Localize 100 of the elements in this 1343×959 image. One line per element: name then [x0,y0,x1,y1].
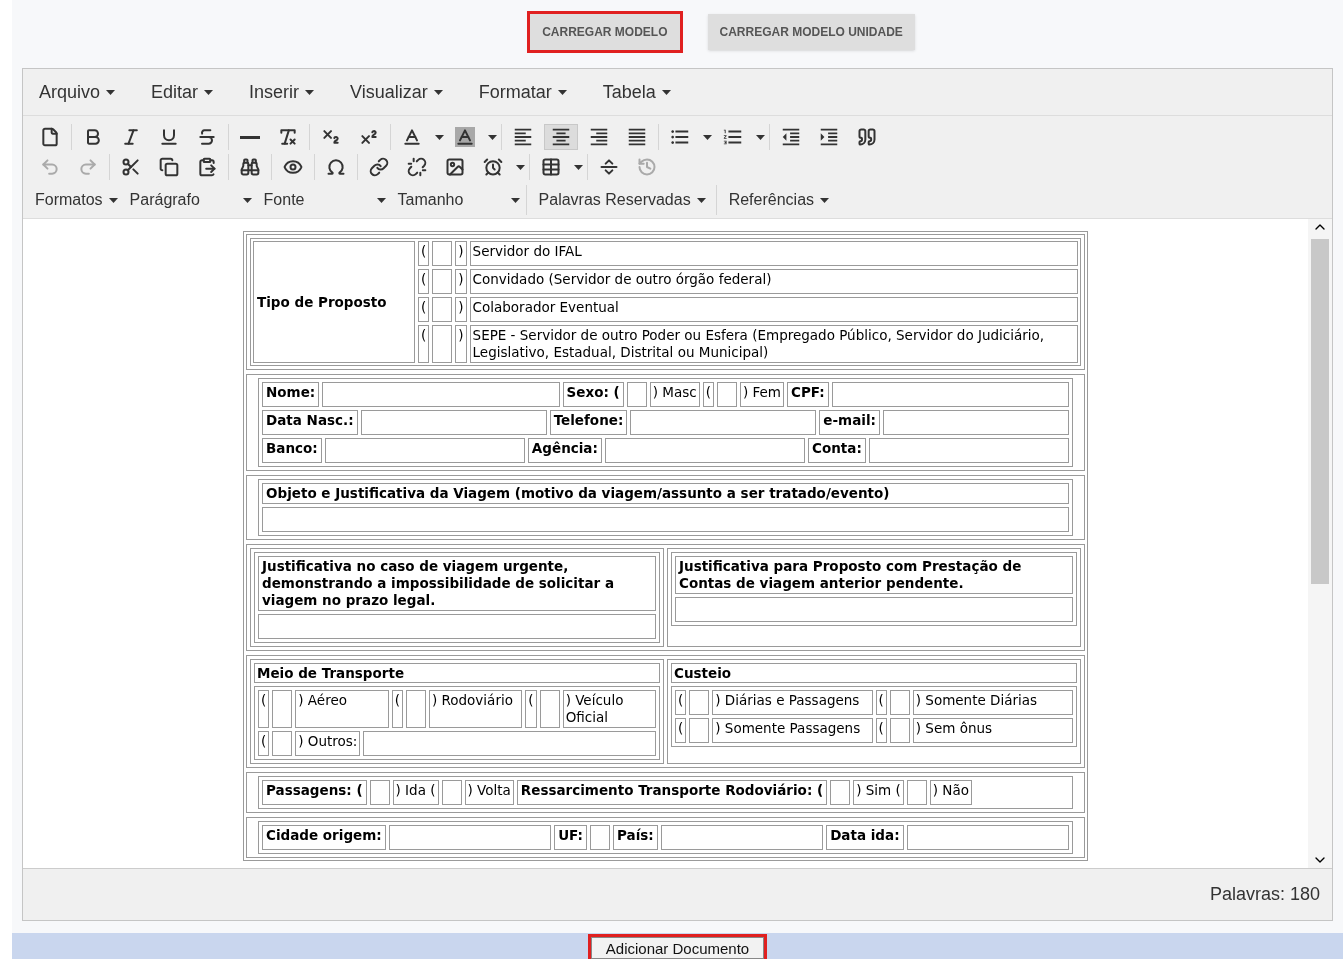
menu-item[interactable]: Arquivo [39,78,116,106]
field-label: UF: [554,825,587,850]
option-label: ) Somente Diárias [912,690,1073,715]
empty-cell [590,825,610,850]
field-label: Data ida: [826,825,904,850]
quote-icon [857,127,877,147]
option-label: ) Fem [739,382,784,407]
input-cell[interactable] [660,825,824,850]
action-button[interactable]: CARREGAR MODELO UNIDADE [707,14,915,50]
option-label: ) Diárias e Passagens [712,690,873,715]
input-cell[interactable] [604,438,806,463]
dropdown-menu[interactable]: Palavras Reservadas [525,185,716,215]
empty-cell [432,241,453,266]
eye-icon [283,157,303,177]
field-label: Justificativa no caso de viagem urgente, demonstrando a impossibilidade de solicitar a viagem no prazo legal. [258,556,656,611]
field-label: Tipo de Proposto [253,241,415,363]
option-label: ) Somente Passagens [712,718,873,743]
option-label: ) Volta [464,780,514,805]
field-label: País: [613,825,658,850]
option-label: ) Masc [649,382,700,407]
field-label: Nome: [262,382,320,407]
option-label: ) Sem ônus [912,718,1073,743]
option-label: ( [875,718,887,743]
input-cell[interactable] [831,382,1069,407]
input-cell[interactable] [360,410,547,435]
history-icon [637,157,657,177]
input-cell[interactable] [388,825,552,850]
empty-cell [626,382,647,407]
toolbar-button[interactable] [544,124,578,150]
option-label: Servidor do IFAL [469,241,1078,266]
document-icon [40,127,60,147]
input-cell[interactable] [868,438,1069,463]
field-label: Telefone: [549,410,628,435]
field-label: Ressarcimento Transporte Rodoviário: ( [516,780,828,805]
input-cell[interactable] [262,507,1069,532]
caret-icon [106,89,116,95]
input-cell[interactable] [324,438,525,463]
empty-cell [716,382,737,407]
strikethrough-icon [197,127,217,147]
caret-icon [108,197,118,203]
column-heading: Meio de Transporte [254,663,660,683]
input-cell[interactable] [258,614,656,639]
cut-icon [121,157,141,177]
option-label: ) [455,297,467,322]
caret-icon [703,134,712,140]
option-label: ( [875,690,887,715]
caret-icon [516,164,525,170]
option-label: ( [675,690,687,715]
image-icon [445,157,465,177]
column-heading: Custeio [671,663,1077,683]
input-cell[interactable] [882,410,1069,435]
alarm-clock-icon [483,157,503,177]
input-cell[interactable] [630,410,817,435]
menu-item[interactable]: Visualizar [350,78,443,106]
empty-cell [889,690,910,715]
input-cell[interactable] [906,825,1069,850]
empty-cell [432,269,453,294]
field-label: Passagens: ( [262,780,367,805]
justify-icon [626,126,648,148]
option-label: Convidado (Servidor de outro órgão federal) [469,269,1078,294]
dropdown-select[interactable]: Tamanho [391,188,526,212]
dropdown-select[interactable]: Fonte [257,188,392,212]
field-label: Cidade origem: [262,825,386,850]
outdent-icon [780,126,802,148]
option-label: ( [418,325,430,363]
empty-cell [405,690,426,728]
link-icon [369,157,389,177]
field-label: Sexo: ( [562,382,624,407]
menu-item[interactable]: Inserir [249,78,315,106]
option-label: ) [455,325,467,363]
dropdown-menu[interactable]: Referências [715,185,840,215]
italic-icon [121,127,141,147]
input-cell[interactable] [322,382,560,407]
input-cell[interactable] [363,731,656,756]
scroll-thumb[interactable] [1311,239,1329,584]
option-label: ) Aéreo [295,690,389,728]
option-label: ) Não [929,780,972,805]
empty-cell [889,718,910,743]
option-label: ( [391,690,403,728]
unlink-icon [407,157,427,177]
copy-icon [159,157,179,177]
input-cell[interactable] [675,597,1073,622]
option-label: SEPE - Servidor de outro Poder ou Esfera (Empregado Público, Servidor do Judiciário, Legislativo, Estadual, Distrital ou Municipal) [469,325,1078,363]
menu-item[interactable]: Editar [151,78,214,106]
menu-item[interactable]: Tabela [602,78,671,106]
action-button[interactable]: Adicionar Documento [590,937,765,959]
field-label: Banco: [262,438,322,463]
field-label: Justificativa para Proposto com Prestação de Contas de viagem anterior pendente. [675,556,1073,594]
empty-cell [272,690,293,728]
caret-icon [305,89,315,95]
action-button[interactable]: CARREGAR MODELO [530,14,680,50]
option-label: Colaborador Eventual [469,297,1078,322]
dropdown-select[interactable]: Parágrafo [123,188,258,212]
empty-cell [272,731,293,756]
underline-icon [159,127,179,147]
dropdown-menu[interactable]: Formatos [29,188,124,212]
option-label: ) Rodoviário [428,690,523,728]
menu-item[interactable]: Formatar [478,78,567,106]
option-label: ( [258,690,270,728]
scrollbar[interactable] [1308,219,1332,868]
